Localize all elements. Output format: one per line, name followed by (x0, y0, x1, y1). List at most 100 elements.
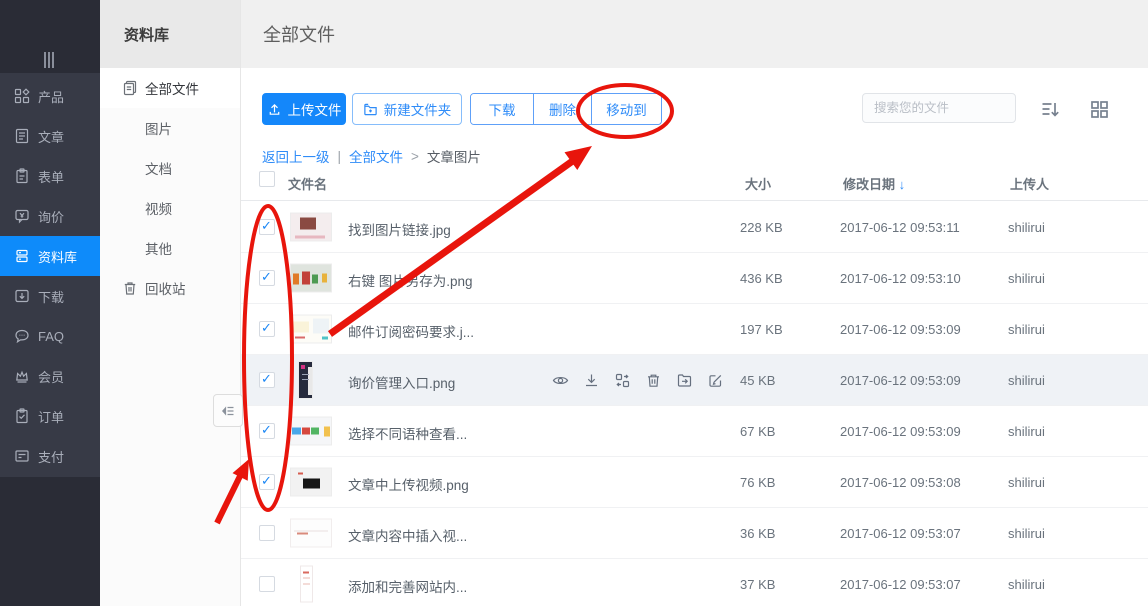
table-row[interactable]: 文章中上传视频.png 76 KB 2017-06-12 09:53:08 sh… (241, 457, 1148, 508)
library-item-label: 文档 (145, 158, 172, 178)
sidebar-item-library[interactable]: 资料库 (0, 236, 100, 276)
library-item-documents[interactable]: 文档 (100, 148, 240, 188)
table-row[interactable]: 文章内容中插入视... 36 KB 2017-06-12 09:53:07 sh… (241, 508, 1148, 559)
move-icon[interactable] (675, 371, 693, 389)
file-name[interactable]: 找到图片链接.jpg (348, 219, 451, 239)
inquiry-icon (14, 208, 30, 224)
file-date: 2017-06-12 09:53:07 (840, 577, 961, 592)
file-name[interactable]: 选择不同语种查看... (348, 423, 467, 443)
library-icon (14, 248, 30, 264)
file-name[interactable]: 询价管理入口.png (348, 372, 455, 392)
sort-descending-icon: ↓ (899, 177, 906, 192)
grid-view-button[interactable] (1087, 97, 1111, 121)
file-size: 36 KB (740, 526, 775, 541)
sidebar-item-members[interactable]: 会员 (0, 356, 100, 396)
file-thumbnail[interactable] (290, 468, 332, 497)
file-name[interactable]: 右键 图片另存为.png (348, 270, 473, 290)
new-folder-button[interactable]: 新建文件夹 (352, 93, 462, 125)
table-row[interactable]: 右键 图片另存为.png 436 KB 2017-06-12 09:53:10 … (241, 253, 1148, 304)
file-thumbnail[interactable] (290, 315, 332, 344)
row-checkbox[interactable] (259, 219, 275, 235)
move-to-button-label: 移动到 (606, 99, 647, 119)
sidebar-item-label: 产品 (38, 87, 64, 106)
breadcrumb: 返回上一级 | 全部文件 > 文章图片 (262, 146, 481, 166)
breadcrumb-back-link[interactable]: 返回上一级 (262, 146, 330, 166)
row-checkbox[interactable] (259, 321, 275, 337)
library-item-others[interactable]: 其他 (100, 228, 240, 268)
row-checkbox[interactable] (259, 423, 275, 439)
file-thumbnail[interactable] (290, 417, 332, 446)
delete-icon[interactable] (644, 371, 662, 389)
row-checkbox[interactable] (259, 525, 275, 541)
file-thumbnail[interactable] (290, 213, 332, 242)
file-thumbnail[interactable] (298, 361, 313, 399)
table-row[interactable]: 找到图片链接.jpg 228 KB 2017-06-12 09:53:11 sh… (241, 202, 1148, 253)
sidebar-item-orders[interactable]: 订单 (0, 396, 100, 436)
sort-order-button[interactable] (1038, 97, 1062, 121)
file-name[interactable]: 文章内容中插入视... (348, 525, 467, 545)
file-thumbnail[interactable] (300, 566, 313, 603)
row-checkbox[interactable] (259, 372, 275, 388)
sidebar-item-payment[interactable]: 支付 (0, 436, 100, 476)
column-header-uploader[interactable]: 上传人 (1010, 174, 1049, 193)
row-checkbox[interactable] (259, 270, 275, 286)
delete-button-label: 删除 (549, 99, 576, 119)
sidebar-item-products[interactable]: 产品 (0, 76, 100, 116)
member-icon (14, 368, 30, 384)
row-actions (551, 355, 724, 405)
library-item-videos[interactable]: 视频 (100, 188, 240, 228)
sidebar-grip-icon[interactable] (44, 52, 54, 68)
file-table-body: 找到图片链接.jpg 228 KB 2017-06-12 09:53:11 sh… (241, 202, 1148, 606)
library-item-label: 其他 (145, 238, 172, 258)
column-header-name[interactable]: 文件名 (288, 174, 327, 193)
file-thumbnail[interactable] (290, 519, 332, 548)
move-to-button[interactable]: 移动到 (591, 94, 661, 124)
download-icon[interactable] (582, 371, 600, 389)
sidebar-item-faq[interactable]: FAQ (0, 316, 100, 356)
file-name[interactable]: 文章中上传视频.png (348, 474, 469, 494)
breadcrumb-current: 文章图片 (427, 146, 481, 166)
download-icon (14, 288, 30, 304)
file-date: 2017-06-12 09:53:07 (840, 526, 961, 541)
upload-button[interactable]: 上传文件 (262, 93, 346, 125)
sidebar-item-downloads[interactable]: 下载 (0, 276, 100, 316)
breadcrumb-chevron: > (411, 149, 419, 164)
file-size: 76 KB (740, 475, 775, 490)
table-row[interactable]: 选择不同语种查看... 67 KB 2017-06-12 09:53:09 sh… (241, 406, 1148, 457)
table-row[interactable]: 添加和完善网站内... 37 KB 2017-06-12 09:53:07 sh… (241, 559, 1148, 606)
breadcrumb-root-link[interactable]: 全部文件 (349, 146, 403, 166)
table-row[interactable]: 询价管理入口.png 45 KB 2017-06-12 09:53:09 shi… (241, 355, 1148, 406)
library-item-images[interactable]: 图片 (100, 108, 240, 148)
replace-icon[interactable] (613, 371, 631, 389)
file-thumbnail[interactable] (290, 264, 332, 293)
select-all-checkbox[interactable] (259, 171, 275, 187)
edit-icon[interactable] (706, 371, 724, 389)
file-name[interactable]: 添加和完善网站内... (348, 576, 467, 596)
download-selected-button[interactable]: 下载 (471, 94, 533, 124)
library-item-label: 视频 (145, 198, 172, 218)
file-uploader: shilirui (1008, 577, 1045, 592)
column-header-date[interactable]: 修改日期 ↓ (843, 174, 905, 193)
table-row[interactable]: 邮件订阅密码要求.j... 197 KB 2017-06-12 09:53:09… (241, 304, 1148, 355)
sidebar-item-label: 表单 (38, 167, 64, 186)
row-checkbox[interactable] (259, 576, 275, 592)
sidebar-collapse-button[interactable] (213, 394, 243, 427)
file-size: 45 KB (740, 373, 775, 388)
search-input[interactable] (863, 101, 1041, 115)
form-icon (14, 168, 30, 184)
file-size: 228 KB (740, 220, 783, 235)
file-name[interactable]: 邮件订阅密码要求.j... (348, 321, 474, 341)
column-header-size[interactable]: 大小 (745, 174, 771, 193)
sidebar-item-inquiry[interactable]: 询价 (0, 196, 100, 236)
library-item-all-files[interactable]: 全部文件 (100, 68, 240, 108)
delete-selected-button[interactable]: 删除 (533, 94, 591, 124)
sidebar-item-articles[interactable]: 文章 (0, 116, 100, 156)
page-title: 全部文件 (263, 21, 335, 47)
collapse-panel-icon (220, 403, 236, 419)
row-checkbox[interactable] (259, 474, 275, 490)
library-item-recycle-bin[interactable]: 回收站 (100, 268, 240, 308)
sidebar-item-forms[interactable]: 表单 (0, 156, 100, 196)
trash-icon (122, 280, 138, 296)
preview-icon[interactable] (551, 371, 569, 389)
file-uploader: shilirui (1008, 475, 1045, 490)
